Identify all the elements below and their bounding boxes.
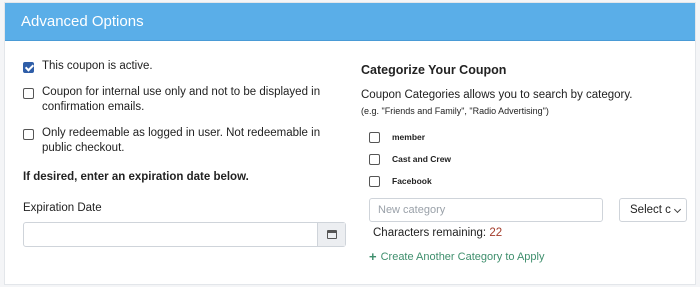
characters-remaining-count: 22 [489, 227, 503, 239]
category-select[interactable]: Select c [619, 198, 687, 222]
characters-remaining-label: Characters remaining: [373, 227, 487, 239]
new-category-row: New category Select c [361, 198, 691, 222]
active-checkbox[interactable] [23, 62, 34, 73]
option-label: Coupon for internal use only and not to … [42, 85, 321, 114]
characters-remaining: Characters remaining: 22 [373, 227, 691, 239]
calendar-icon [326, 229, 337, 239]
category-checkbox[interactable] [369, 131, 380, 143]
category-list: member Cast and Crew Facebook [361, 126, 691, 192]
categorize-column: Categorize Your Coupon Coupon Categories… [361, 63, 691, 264]
calendar-button[interactable] [317, 222, 345, 246]
add-category-link[interactable]: + Create Another Category to Apply [369, 249, 691, 264]
category-checkbox[interactable] [369, 153, 380, 165]
category-select-value: Select c [630, 204, 671, 216]
logged-in-only-checkbox[interactable] [23, 128, 34, 140]
expiration-date-label: Expiration Date [23, 201, 102, 214]
category-label: Cast and Crew [392, 154, 452, 164]
expiration-date-input[interactable] [24, 223, 317, 246]
advanced-options-panel: Advanced Options This coupon is active. … [4, 2, 696, 285]
option-label: Only redeemable as logged in user. Not r… [42, 126, 321, 155]
category-item[interactable]: Facebook [361, 170, 691, 192]
add-category-label: Create Another Category to Apply [380, 250, 545, 263]
expiration-note: If desired, enter an expiration date bel… [23, 170, 249, 183]
categorize-example: (e.g. "Friends and Family", "Radio Adver… [361, 106, 549, 116]
option-internal-use[interactable]: Coupon for internal use only and not to … [23, 85, 333, 116]
category-label: member [392, 132, 426, 142]
panel-title: Advanced Options [21, 13, 144, 30]
expiration-date-field[interactable] [23, 221, 346, 247]
category-checkbox[interactable] [369, 175, 380, 187]
option-active[interactable]: This coupon is active. [23, 59, 333, 75]
option-label: This coupon is active. [42, 60, 153, 72]
options-column: This coupon is active. Coupon for intern… [23, 59, 346, 247]
plus-icon: + [369, 249, 377, 264]
category-item[interactable]: member [361, 126, 691, 148]
categorize-description: Coupon Categories allows you to search b… [361, 89, 633, 101]
panel-header: Advanced Options [5, 3, 695, 41]
option-logged-in-only[interactable]: Only redeemable as logged in user. Not r… [23, 126, 333, 157]
category-item[interactable]: Cast and Crew [361, 148, 691, 170]
category-label: Facebook [392, 176, 432, 186]
chevron-down-icon [673, 205, 682, 214]
internal-use-checkbox[interactable] [23, 87, 34, 99]
new-category-input[interactable]: New category [369, 198, 603, 222]
categorize-heading: Categorize Your Coupon [361, 63, 507, 77]
